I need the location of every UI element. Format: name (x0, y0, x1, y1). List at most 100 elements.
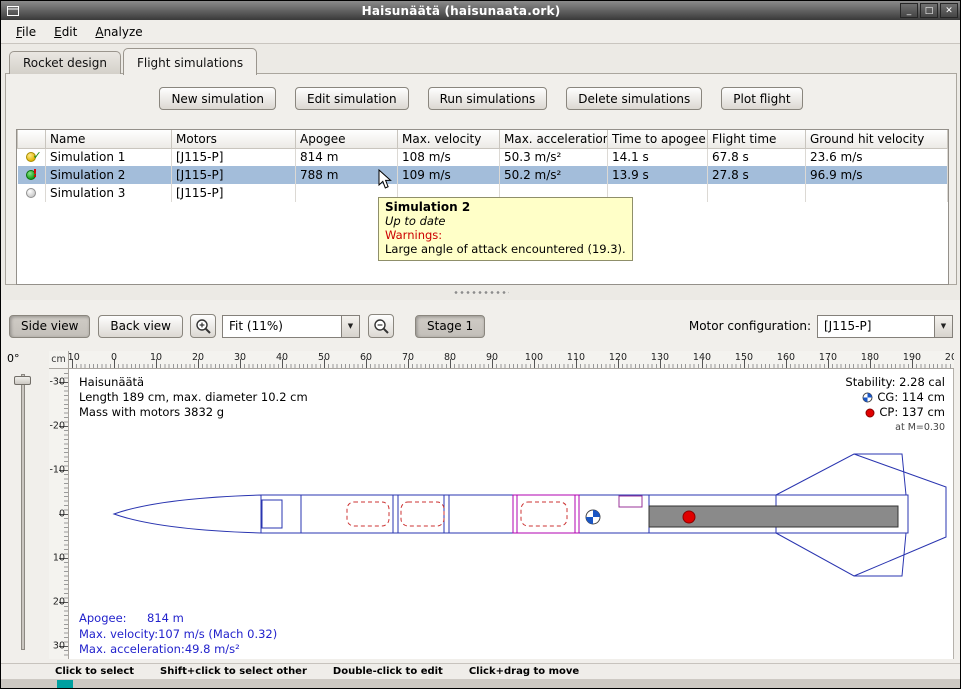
zoom-level-select[interactable]: Fit (11%) ▼ (222, 315, 360, 338)
motor-configuration-select[interactable]: [J115-P] ▼ (817, 315, 953, 338)
fin-upper (776, 454, 906, 495)
taskbar-fragment (57, 680, 73, 688)
menu-analyze[interactable]: Analyze (86, 22, 151, 42)
h-ruler-tick-label: -10 (69, 352, 80, 363)
column-header-max-velocity[interactable]: Max. velocity (398, 130, 500, 148)
cell-max-velocity[interactable]: 108 m/s (398, 148, 500, 166)
rocket-canvas[interactable]: Haisunäätä Length 189 cm, max. diameter … (69, 369, 954, 659)
cell-ground-hit-velocity[interactable]: 96.9 m/s (806, 166, 948, 184)
h-ruler-tick-label: 130 (651, 352, 669, 363)
cell-max-acceleration[interactable]: 50.2 m/s² (500, 166, 608, 184)
rocket-info: Haisunäätä Length 189 cm, max. diameter … (79, 375, 308, 420)
h-ruler-tick-label: 50 (318, 352, 330, 363)
cell-time-to-apogee[interactable]: 14.1 s (608, 148, 708, 166)
tab-rocket-design[interactable]: Rocket design (9, 51, 121, 74)
new-simulation-button[interactable]: New simulation (159, 87, 276, 110)
h-ruler-tick-label: 10 (150, 352, 162, 363)
cg-marker (586, 510, 600, 524)
cell-name[interactable]: Simulation 3 (46, 184, 172, 202)
v-ruler-tick-label: -30 (49, 377, 65, 388)
cell-flight-time[interactable]: 67.8 s (708, 148, 806, 166)
h-ruler-tick-label: 40 (276, 352, 288, 363)
rotation-slider-thumb[interactable] (14, 376, 31, 385)
window-menu-icon[interactable] (4, 4, 22, 18)
chevron-down-icon[interactable]: ▼ (341, 316, 359, 337)
h-ruler-tick-label: 30 (234, 352, 246, 363)
menu-edit[interactable]: Edit (45, 22, 86, 42)
hint-shift-click: Shift+click to select other (160, 666, 307, 677)
cp-icon (865, 408, 875, 418)
cell-name[interactable]: Simulation 2 (46, 166, 172, 184)
menu-file[interactable]: File (7, 22, 45, 42)
fin-lower (776, 533, 906, 576)
mach-text: at M=0.30 (845, 420, 945, 435)
rotation-slider[interactable] (11, 374, 33, 650)
maximize-button[interactable]: □ (920, 3, 938, 18)
bottom-strip (1, 679, 960, 688)
column-header-name[interactable]: Name (46, 130, 172, 148)
cell-flight-time[interactable] (708, 184, 806, 202)
h-ruler-tick-label: 60 (360, 352, 372, 363)
view-toolbar: Side view Back view Fit (11%) ▼ (9, 314, 953, 338)
stability-info: Stability: 2.28 cal CG: 114 cm CP: 137 c… (845, 375, 945, 435)
max-velocity-value: 107 m/s (Mach 0.32) (158, 627, 277, 641)
side-view-button[interactable]: Side view (9, 315, 90, 338)
split-divider[interactable] (1, 285, 960, 300)
column-header-max-acceleration[interactable]: Max. acceleration (500, 130, 608, 148)
cell-motors[interactable]: [J115-P] (172, 148, 296, 166)
cp-text: CP: 137 cm (879, 405, 945, 420)
h-ruler-tick-label: 150 (735, 352, 753, 363)
divider-grip[interactable] (453, 290, 509, 295)
h-ruler-tick-label: 120 (609, 352, 627, 363)
warning-icon: ! (33, 168, 38, 180)
column-header-flight-time[interactable]: Flight time (708, 130, 806, 148)
h-ruler-tick-label: 170 (819, 352, 837, 363)
back-view-button[interactable]: Back view (98, 315, 183, 338)
cg-icon (862, 392, 873, 403)
rocket-view-panel: Side view Back view Fit (11%) ▼ (1, 300, 960, 663)
h-ruler-tick-label: 140 (693, 352, 711, 363)
cell-apogee[interactable]: 814 m (296, 148, 398, 166)
launch-lug (619, 496, 642, 507)
h-ruler-tick-label: 200 (945, 352, 954, 363)
cell-max-acceleration[interactable]: 50.3 m/s² (500, 148, 608, 166)
tooltip-status: Up to date (385, 214, 626, 228)
column-header-status[interactable] (18, 130, 46, 148)
tab-strip: Rocket design Flight simulations (9, 46, 259, 74)
column-header-time-to-apogee[interactable]: Time to apogee (608, 130, 708, 148)
cell-ground-hit-velocity[interactable]: 23.6 m/s (806, 148, 948, 166)
column-header-ground-hit-velocity[interactable]: Ground hit velocity (806, 130, 948, 148)
edit-simulation-button[interactable]: Edit simulation (295, 87, 409, 110)
rocket-dimensions: Length 189 cm, max. diameter 10.2 cm (79, 390, 308, 405)
zoom-out-button[interactable] (368, 314, 394, 338)
run-simulations-button[interactable]: Run simulations (428, 87, 548, 110)
cell-ground-hit-velocity[interactable] (806, 184, 948, 202)
minimize-button[interactable]: _ (900, 3, 918, 18)
column-header-motors[interactable]: Motors (172, 130, 296, 148)
cell-max-velocity[interactable]: 109 m/s (398, 166, 500, 184)
app-window: Haisunäätä (haisunaata.ork) _ □ ✕ File E… (0, 0, 961, 689)
flight-info: Apogee:814 m Max. velocity:107 m/s (Mach… (79, 611, 277, 658)
column-header-apogee[interactable]: Apogee (296, 130, 398, 148)
hint-click-drag: Click+drag to move (469, 666, 579, 677)
close-button[interactable]: ✕ (940, 3, 958, 18)
cell-motors[interactable]: [J115-P] (172, 166, 296, 184)
zoom-in-button[interactable] (190, 314, 216, 338)
table-row-simulation-1[interactable]: ✓ Simulation 1 [J115-P] 814 m 108 m/s 50… (18, 148, 948, 166)
tab-flight-simulations[interactable]: Flight simulations (123, 48, 257, 75)
chevron-down-icon[interactable]: ▼ (934, 316, 952, 337)
cell-motors[interactable]: [J115-P] (172, 184, 296, 202)
cell-time-to-apogee[interactable]: 13.9 s (608, 166, 708, 184)
h-ruler-tick-label: 0 (111, 352, 117, 363)
max-velocity-label: Max. velocity: (79, 627, 158, 643)
stage-1-toggle[interactable]: Stage 1 (415, 315, 485, 338)
gray-ball-icon (26, 188, 36, 198)
zoom-in-icon (195, 318, 212, 335)
cell-name[interactable]: Simulation 1 (46, 148, 172, 166)
cp-line: CP: 137 cm (845, 405, 945, 420)
menu-bar: File Edit Analyze (1, 20, 960, 44)
table-row-simulation-2[interactable]: ! Simulation 2 [J115-P] 788 m 109 m/s 50… (18, 166, 948, 184)
delete-simulations-button[interactable]: Delete simulations (566, 87, 702, 110)
cell-flight-time[interactable]: 27.8 s (708, 166, 806, 184)
plot-flight-button[interactable]: Plot flight (721, 87, 802, 110)
